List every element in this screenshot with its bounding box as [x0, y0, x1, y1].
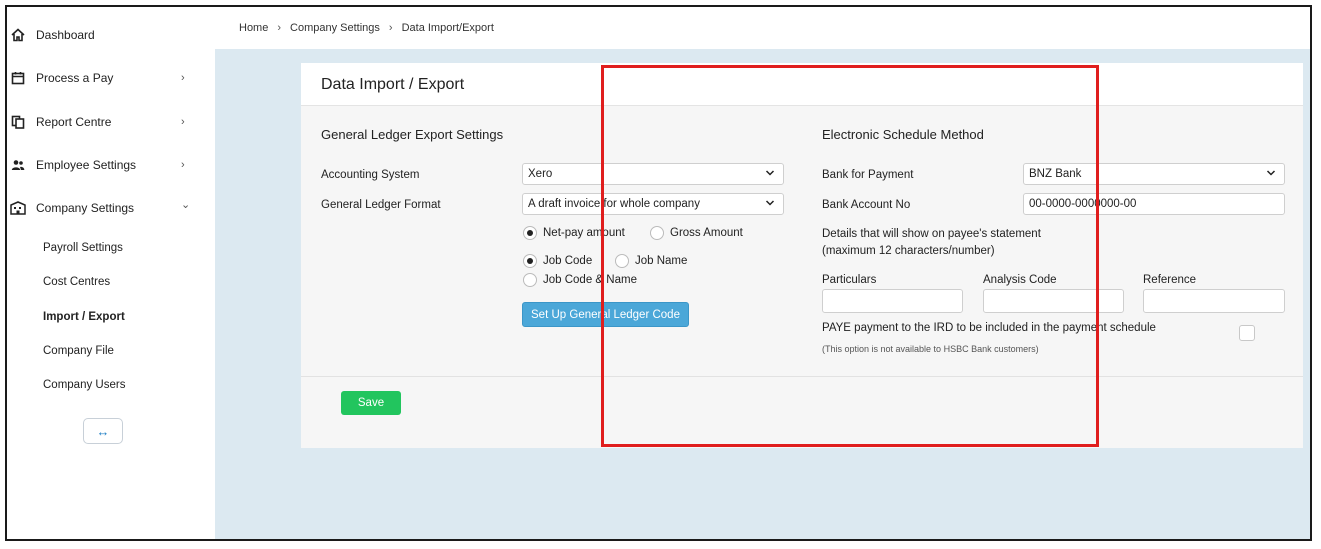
- main-content: Home › Company Settings › Data Import/Ex…: [215, 7, 1310, 539]
- details-statement-label: Details that will show on payee's statem…: [822, 228, 1041, 240]
- particulars-label: Particulars: [822, 274, 877, 286]
- sidebar-subitem-import-export[interactable]: Import / Export: [43, 311, 125, 323]
- chevron-right-icon: ›: [181, 116, 185, 128]
- chevron-down-icon: ⌄: [181, 199, 191, 211]
- breadcrumb-home[interactable]: Home: [239, 22, 268, 34]
- building-icon: [10, 200, 26, 216]
- paye-payment-checkbox[interactable]: [1239, 325, 1255, 341]
- card-footer: Save: [301, 376, 1303, 448]
- people-icon: [10, 157, 26, 173]
- gl-format-label: General Ledger Format: [321, 199, 441, 211]
- bank-for-payment-label: Bank for Payment: [822, 169, 914, 181]
- sidebar-subitem-cost-centres[interactable]: Cost Centres: [43, 276, 110, 288]
- accounting-system-select[interactable]: Xero: [522, 163, 784, 185]
- breadcrumb-separator: ›: [388, 22, 393, 34]
- chevron-right-icon: ›: [181, 159, 185, 171]
- radio-label: Net-pay amount: [543, 227, 625, 239]
- gl-format-value: A draft invoice for whole company: [528, 198, 700, 210]
- chevron-down-icon: [765, 170, 775, 176]
- chevron-right-icon: ›: [181, 72, 185, 84]
- gl-format-select[interactable]: A draft invoice for whole company: [522, 193, 784, 215]
- radio-dot: [523, 226, 537, 240]
- radio-dot: [523, 254, 537, 268]
- sidebar-item-company-settings[interactable]: Company Settings ⌄: [7, 193, 215, 223]
- bank-account-no-label: Bank Account No: [822, 199, 911, 211]
- radio-label: Job Code: [543, 255, 593, 267]
- particulars-input[interactable]: [822, 289, 963, 313]
- chevron-down-icon: [765, 200, 775, 206]
- radio-label: Gross Amount: [670, 227, 743, 239]
- sidebar-item-process-a-pay[interactable]: Process a Pay ›: [7, 63, 215, 93]
- reference-label: Reference: [1143, 274, 1197, 286]
- save-button[interactable]: Save: [341, 391, 401, 415]
- breadcrumb: Home › Company Settings › Data Import/Ex…: [215, 7, 1310, 49]
- analysis-code-label: Analysis Code: [983, 274, 1057, 286]
- page-title: Data Import / Export: [321, 76, 465, 93]
- accounting-system-value: Xero: [528, 168, 553, 180]
- bank-for-payment-select[interactable]: BNZ Bank: [1023, 163, 1285, 185]
- bank-account-no-value: 00-0000-0000000-00: [1029, 198, 1137, 210]
- radio-dot: [523, 273, 537, 287]
- radio-job-name[interactable]: Job Name: [615, 254, 687, 268]
- sidebar-subitem-company-file[interactable]: Company File: [43, 345, 114, 357]
- sidebar-subitem-company-users[interactable]: Company Users: [43, 379, 125, 391]
- sidebar-subitem-payroll-settings[interactable]: Payroll Settings: [43, 242, 123, 254]
- radio-label: Job Code & Name: [543, 274, 637, 286]
- breadcrumb-company-settings[interactable]: Company Settings: [290, 22, 380, 34]
- sidebar-item-dashboard[interactable]: Dashboard: [7, 20, 215, 50]
- paye-note: (This option is not available to HSBC Ba…: [822, 344, 1039, 354]
- sidebar-collapse-button[interactable]: ↔: [83, 418, 123, 444]
- radio-dot: [615, 254, 629, 268]
- breadcrumb-current: Data Import/Export: [401, 22, 494, 34]
- accounting-system-label: Accounting System: [321, 169, 420, 181]
- sidebar-item-report-centre[interactable]: Report Centre ›: [7, 107, 215, 137]
- chevron-down-icon: [1266, 170, 1276, 176]
- analysis-code-input[interactable]: [983, 289, 1124, 313]
- bank-for-payment-value: BNZ Bank: [1029, 168, 1082, 180]
- data-import-export-card: Data Import / Export General Ledger Expo…: [301, 63, 1303, 448]
- card-header: Data Import / Export: [301, 63, 1303, 106]
- radio-gross-amount[interactable]: Gross Amount: [650, 226, 743, 240]
- bank-account-no-input[interactable]: 00-0000-0000000-00: [1023, 193, 1285, 215]
- sidebar-item-label: Dashboard: [36, 28, 95, 42]
- arrows-horizontal-icon: ↔: [96, 423, 110, 439]
- sidebar-item-employee-settings[interactable]: Employee Settings ›: [7, 150, 215, 180]
- gl-export-title: General Ledger Export Settings: [321, 127, 504, 142]
- home-icon: [10, 27, 26, 43]
- documents-icon: [10, 114, 26, 130]
- sidebar-item-label: Process a Pay: [36, 71, 114, 85]
- schedule-method-title: Electronic Schedule Method: [822, 127, 984, 142]
- paye-payment-label: PAYE payment to the IRD to be included i…: [822, 322, 1156, 334]
- calendar-icon: [10, 70, 26, 86]
- app-window: Dashboard Process a Pay › Report Centre …: [5, 5, 1312, 541]
- radio-job-code-and-name[interactable]: Job Code & Name: [523, 273, 637, 287]
- sidebar-item-label: Report Centre: [36, 115, 112, 129]
- radio-dot: [650, 226, 664, 240]
- radio-net-pay-amount[interactable]: Net-pay amount: [523, 226, 625, 240]
- radio-job-code[interactable]: Job Code: [523, 254, 592, 268]
- sidebar: Dashboard Process a Pay › Report Centre …: [7, 7, 215, 539]
- sidebar-item-label: Company Settings: [36, 201, 135, 215]
- sidebar-item-label: Employee Settings: [36, 158, 137, 172]
- setup-gl-code-button[interactable]: Set Up General Ledger Code: [522, 302, 689, 327]
- details-max-characters-label: (maximum 12 characters/number): [822, 245, 995, 257]
- reference-input[interactable]: [1143, 289, 1285, 313]
- radio-label: Job Name: [635, 255, 688, 267]
- breadcrumb-separator: ›: [277, 22, 282, 34]
